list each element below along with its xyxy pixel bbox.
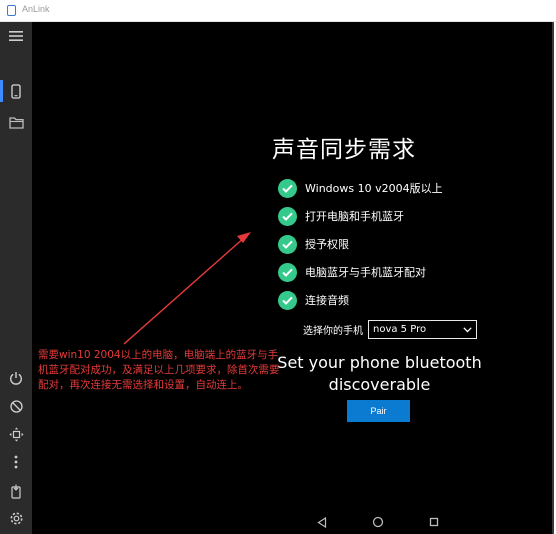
home-circle-icon[interactable] [370,514,386,530]
screenshot-icon[interactable] [0,477,32,505]
hamburger-menu-icon[interactable] [0,22,32,50]
more-vertical-icon[interactable] [0,448,32,476]
recents-square-icon[interactable] [426,514,442,530]
power-icon[interactable] [0,364,32,392]
android-nav-bar [302,514,452,532]
annotation-arrow [123,232,251,345]
window-title: AnLink [22,4,50,14]
phone-screen: 声音同步需求 Windows 10 v2004版以上 打开电脑和手机蓝牙 授予权… [32,22,554,534]
settings-icon[interactable] [0,504,32,532]
phone-icon[interactable] [0,77,32,105]
fit-screen-icon[interactable] [0,420,32,448]
app-logo-icon [7,5,16,16]
title-bar: AnLink [0,0,556,22]
sidebar [0,22,32,534]
folder-icon[interactable] [0,108,32,136]
app-window: AnLink 声音同步需求 Windows 10 v2004版以上 打开电脑和手… [0,0,556,534]
back-triangle-icon[interactable] [314,514,330,530]
rotate-icon[interactable] [0,392,32,420]
